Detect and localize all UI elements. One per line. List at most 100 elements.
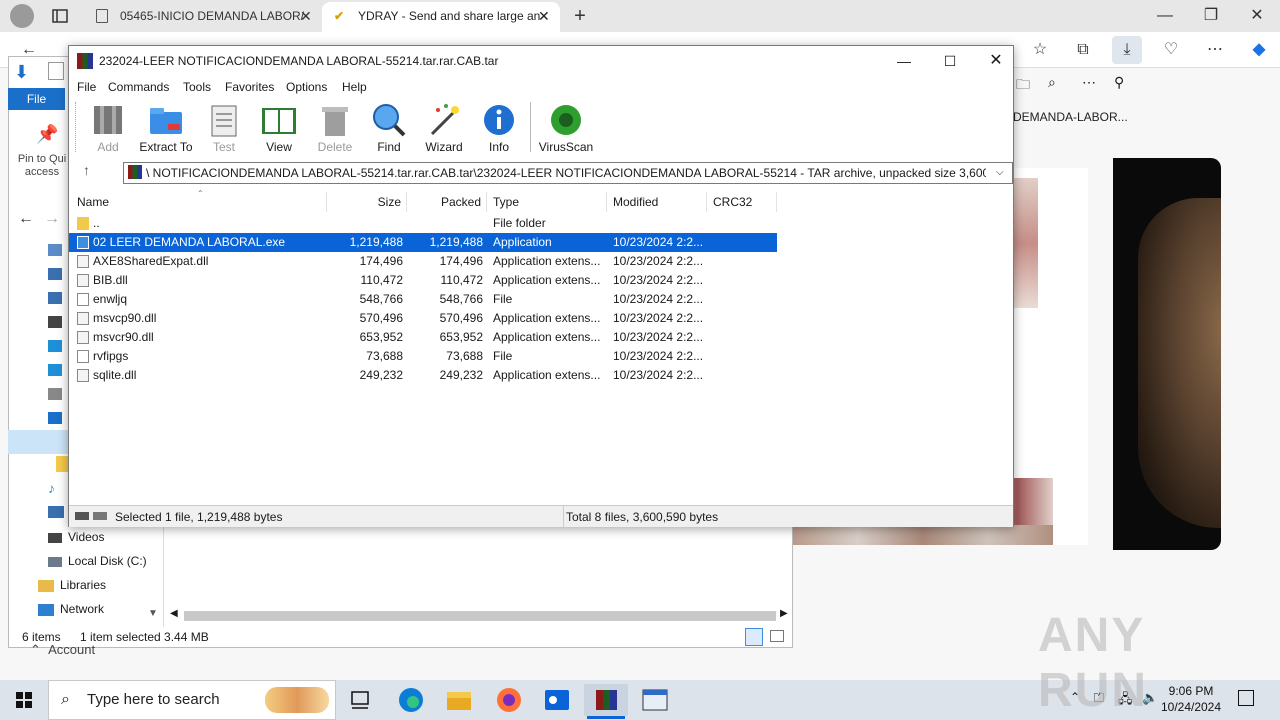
file-type: Application extens... bbox=[493, 254, 601, 268]
firefox-icon[interactable] bbox=[487, 684, 531, 716]
path-dropdown-icon[interactable]: ⌵ bbox=[996, 163, 1004, 183]
scroll-thumb[interactable] bbox=[184, 611, 776, 621]
settings-more-icon[interactable]: ⋯ bbox=[1200, 36, 1230, 64]
horizontal-scrollbar[interactable]: ◀ ▶ bbox=[170, 608, 790, 624]
explorer-back-icon[interactable]: ← bbox=[18, 210, 34, 228]
file-row[interactable]: .. File folder bbox=[69, 214, 777, 233]
file-name: 02 LEER DEMANDA LABORAL.exe bbox=[93, 235, 286, 249]
file-row[interactable]: msvcr90.dll 653,952 653,952 Application ext… bbox=[69, 328, 777, 347]
file-explorer-icon[interactable] bbox=[437, 684, 481, 716]
browser-essentials-icon[interactable]: ♡ bbox=[1156, 36, 1186, 64]
file-packed: 73,688 bbox=[446, 349, 483, 363]
application-icon bbox=[77, 236, 89, 249]
menu-favorites[interactable]: Favorites bbox=[219, 76, 280, 98]
tab-document[interactable]: 05465-INICIO DEMANDA LABOR/ ✕ bbox=[86, 2, 322, 32]
toolbar-extract-to-button[interactable]: Extract To bbox=[136, 98, 196, 156]
pin-to-quick-access[interactable]: Pin to Qui access bbox=[16, 153, 68, 179]
menu-commands[interactable]: Commands bbox=[102, 76, 175, 98]
tab-actions-icon[interactable] bbox=[50, 7, 70, 25]
toolbar-view-button[interactable]: View bbox=[249, 98, 309, 156]
file-type: Application extens... bbox=[493, 311, 601, 325]
nav-scroll-down-icon[interactable]: ▼ bbox=[148, 608, 158, 619]
nav-item-videos[interactable]: Videos bbox=[48, 525, 104, 549]
column-name[interactable]: Name bbox=[69, 192, 327, 212]
file-size: 249,232 bbox=[359, 368, 403, 382]
column-size[interactable]: Size bbox=[327, 192, 407, 212]
toolbar-add-button[interactable]: Add bbox=[78, 98, 138, 156]
menu-help[interactable]: Help bbox=[336, 76, 373, 98]
music-icon: ♪ bbox=[48, 480, 55, 496]
path-field[interactable]: \ NOTIFICACIONDEMANDA LABORAL-55214.tar.… bbox=[123, 162, 1013, 184]
copilot-icon[interactable]: ◆ bbox=[1244, 36, 1274, 64]
scroll-left-icon[interactable]: ◀ bbox=[170, 608, 178, 619]
file-size: 548,766 bbox=[359, 292, 403, 306]
minimize-icon[interactable]: — bbox=[1142, 0, 1188, 32]
minimize-icon[interactable]: — bbox=[889, 46, 919, 76]
file-row[interactable]: 02 LEER DEMANDA LABORAL.exe 1,219,488 1,21… bbox=[69, 233, 777, 252]
toolbar-virusscan-button[interactable]: VirusScan bbox=[536, 98, 596, 156]
profile-avatar[interactable] bbox=[10, 4, 34, 28]
details-view-icon[interactable] bbox=[745, 628, 763, 646]
explorer-file-tab[interactable]: File bbox=[8, 88, 65, 110]
toolbar-wizard-button[interactable]: Wizard bbox=[414, 98, 474, 156]
account-item[interactable]: ⌃ Account bbox=[30, 642, 95, 658]
tab-ydray[interactable]: ✔ YDRAY - Send and share large an ✕ bbox=[322, 2, 560, 32]
restore-icon[interactable]: ❐ bbox=[1188, 0, 1234, 32]
toolbar-test-button[interactable]: Test bbox=[194, 98, 254, 156]
browser-tab-bar: 05465-INICIO DEMANDA LABOR/ ✕ ✔ YDRAY - … bbox=[0, 0, 1280, 32]
outlook-icon[interactable] bbox=[535, 684, 579, 716]
toolbar-info-button[interactable]: Info bbox=[469, 98, 529, 156]
menu-options[interactable]: Options bbox=[280, 76, 333, 98]
downloads-icon[interactable]: ⤓ bbox=[1112, 36, 1142, 64]
toolbar-find-button[interactable]: Find bbox=[359, 98, 419, 156]
maximize-icon[interactable]: ☐ bbox=[935, 46, 965, 76]
delete-icon bbox=[317, 102, 353, 138]
close-icon[interactable]: ✕ bbox=[981, 46, 1011, 76]
notifications-icon[interactable] bbox=[1238, 690, 1254, 706]
more-icon[interactable]: ⋯ bbox=[1082, 74, 1096, 91]
file-crc32 bbox=[713, 290, 773, 309]
file-row[interactable]: sqlite.dll 249,232 249,232 Application exte… bbox=[69, 366, 777, 385]
nav-item-libraries[interactable]: Libraries bbox=[38, 573, 106, 597]
file-name: .. bbox=[93, 216, 100, 230]
taskbar-clock[interactable]: 9:06 PM 10/24/2024 bbox=[1158, 683, 1224, 717]
column-type[interactable]: Type bbox=[487, 192, 607, 212]
favorites-icon[interactable]: ☆ bbox=[1025, 36, 1055, 64]
app-window-icon[interactable] bbox=[633, 684, 677, 716]
archive-icon bbox=[128, 165, 142, 179]
nav-item-local-disk[interactable]: Local Disk (C:) bbox=[48, 549, 147, 573]
explorer-forward-icon[interactable]: → bbox=[44, 210, 60, 228]
column-crc32[interactable]: CRC32 bbox=[707, 192, 777, 212]
folder-icon[interactable]: 🗀 bbox=[1016, 74, 1030, 98]
menu-file[interactable]: File bbox=[71, 76, 102, 98]
menu-tools[interactable]: Tools bbox=[177, 76, 217, 98]
task-view-icon[interactable] bbox=[338, 684, 382, 716]
collections-icon[interactable]: ⧉ bbox=[1068, 36, 1098, 64]
file-size: 653,952 bbox=[359, 330, 403, 344]
properties-icon[interactable] bbox=[48, 62, 64, 80]
toolbar-delete-button[interactable]: Delete bbox=[305, 98, 365, 156]
edge-icon[interactable] bbox=[389, 684, 433, 716]
start-button[interactable] bbox=[0, 680, 48, 720]
file-row[interactable]: BIB.dll 110,472 110,472 Application extens.… bbox=[69, 271, 777, 290]
file-row[interactable]: msvcp90.dll 570,496 570,496 Application ext… bbox=[69, 309, 777, 328]
taskbar-search[interactable]: ⌕ Type here to search bbox=[48, 680, 336, 720]
nav-item-network[interactable]: Network bbox=[38, 597, 104, 621]
file-row[interactable]: rvfipgs 73,688 73,688 File 10/23/2024 2:2... bbox=[69, 347, 777, 366]
column-modified[interactable]: Modified bbox=[607, 192, 707, 212]
pin-icon[interactable]: ⚲ bbox=[1114, 74, 1124, 91]
winrar-taskbar-icon[interactable] bbox=[584, 684, 628, 716]
column-packed[interactable]: Packed bbox=[407, 192, 487, 212]
close-window-icon[interactable]: ✕ bbox=[1234, 0, 1280, 32]
large-icons-view-icon[interactable] bbox=[770, 630, 784, 642]
close-tab-icon[interactable]: ✕ bbox=[538, 2, 550, 30]
new-tab-icon[interactable]: + bbox=[568, 2, 592, 30]
search-icon[interactable]: ⌕ bbox=[1048, 74, 1056, 91]
scroll-right-icon[interactable]: ▶ bbox=[780, 608, 788, 619]
close-tab-icon[interactable]: ✕ bbox=[300, 2, 312, 30]
up-folder-icon[interactable]: ↑ bbox=[83, 162, 90, 178]
videos-icon bbox=[48, 532, 62, 543]
file-row[interactable]: AXE8SharedExpat.dll 174,496 174,496 Applica… bbox=[69, 252, 777, 271]
pin-icon[interactable]: 📌 bbox=[36, 124, 58, 145]
file-row[interactable]: enwljq 548,766 548,766 File 10/23/2024 2:2..… bbox=[69, 290, 777, 309]
